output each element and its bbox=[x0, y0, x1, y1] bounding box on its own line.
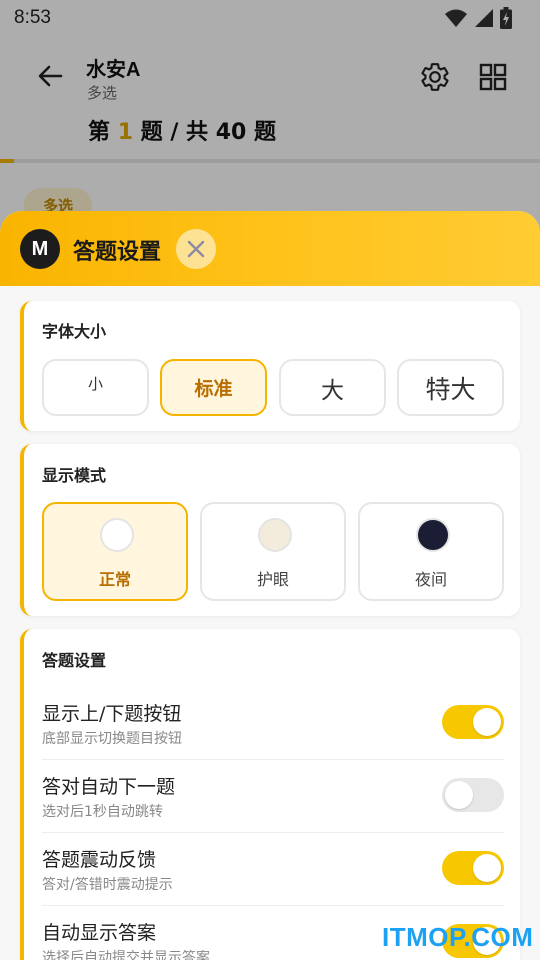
setting-row-nav-buttons[interactable]: 显示上/下题按钮 底部显示切换题目按钮 bbox=[42, 687, 504, 760]
display-mode-card: 显示模式 正常 护眼 夜间 bbox=[20, 444, 520, 616]
font-option-label: 特大 bbox=[425, 374, 476, 404]
toggle-switch[interactable] bbox=[442, 778, 504, 812]
toggle-knob bbox=[445, 781, 473, 809]
answer-settings-title: 答题设置 bbox=[42, 651, 107, 670]
setting-title: 显示上/下题按钮 bbox=[42, 703, 182, 725]
mode-option-night[interactable]: 夜间 bbox=[358, 502, 504, 601]
setting-subtitle: 答对/答错时震动提示 bbox=[42, 877, 173, 893]
setting-row-auto-next[interactable]: 答对自动下一题 选对后1秒自动跳转 bbox=[42, 760, 504, 833]
setting-subtitle: 选对后1秒自动跳转 bbox=[42, 804, 163, 820]
close-icon bbox=[187, 240, 205, 258]
font-option-label: 标准 bbox=[194, 378, 233, 400]
setting-title: 答对自动下一题 bbox=[42, 776, 176, 798]
toggle-switch[interactable] bbox=[442, 705, 504, 739]
sheet-header: M 答题设置 bbox=[0, 211, 540, 286]
font-option-label: 小 bbox=[87, 375, 103, 393]
mode-label: 夜间 bbox=[414, 570, 447, 589]
mode-swatch bbox=[100, 518, 134, 552]
setting-subtitle: 底部显示切换题目按钮 bbox=[42, 731, 182, 747]
font-size-card: 字体大小 小 标准 大 特大 bbox=[20, 301, 520, 431]
answer-settings-card: 答题设置 显示上/下题按钮 底部显示切换题目按钮 答对自动下一题 选对后1秒自动… bbox=[20, 629, 520, 960]
settings-sheet: M 答题设置 字体大小 小 标准 大 特大 显示模式 正常 护眼 夜间 答题设置… bbox=[0, 211, 540, 960]
mode-label: 正常 bbox=[98, 570, 131, 589]
font-option-small[interactable]: 小 bbox=[42, 359, 149, 416]
font-option-label: 大 bbox=[321, 377, 344, 404]
setting-title: 答题震动反馈 bbox=[42, 849, 157, 871]
setting-subtitle: 选择后自动提交并显示答案 bbox=[42, 950, 210, 960]
toggle-knob bbox=[473, 854, 501, 882]
setting-row-vibration[interactable]: 答题震动反馈 答对/答错时震动提示 bbox=[42, 833, 504, 906]
font-option-standard[interactable]: 标准 bbox=[160, 359, 267, 416]
font-option-large[interactable]: 大 bbox=[279, 359, 386, 416]
display-mode-title: 显示模式 bbox=[42, 466, 107, 485]
toggle-switch[interactable] bbox=[442, 851, 504, 885]
watermark: ITMOP.COM bbox=[382, 922, 534, 952]
mode-option-eye-care[interactable]: 护眼 bbox=[200, 502, 346, 601]
mode-label: 护眼 bbox=[256, 570, 289, 589]
mode-option-normal[interactable]: 正常 bbox=[42, 502, 188, 601]
app-logo: M bbox=[20, 229, 60, 269]
sheet-title: 答题设置 bbox=[73, 240, 162, 265]
close-button[interactable] bbox=[176, 229, 216, 269]
toggle-knob bbox=[473, 708, 501, 736]
mode-swatch bbox=[416, 518, 450, 552]
setting-title: 自动显示答案 bbox=[42, 922, 157, 944]
mode-swatch bbox=[258, 518, 292, 552]
font-size-title: 字体大小 bbox=[42, 322, 107, 341]
font-option-extra-large[interactable]: 特大 bbox=[397, 359, 504, 416]
